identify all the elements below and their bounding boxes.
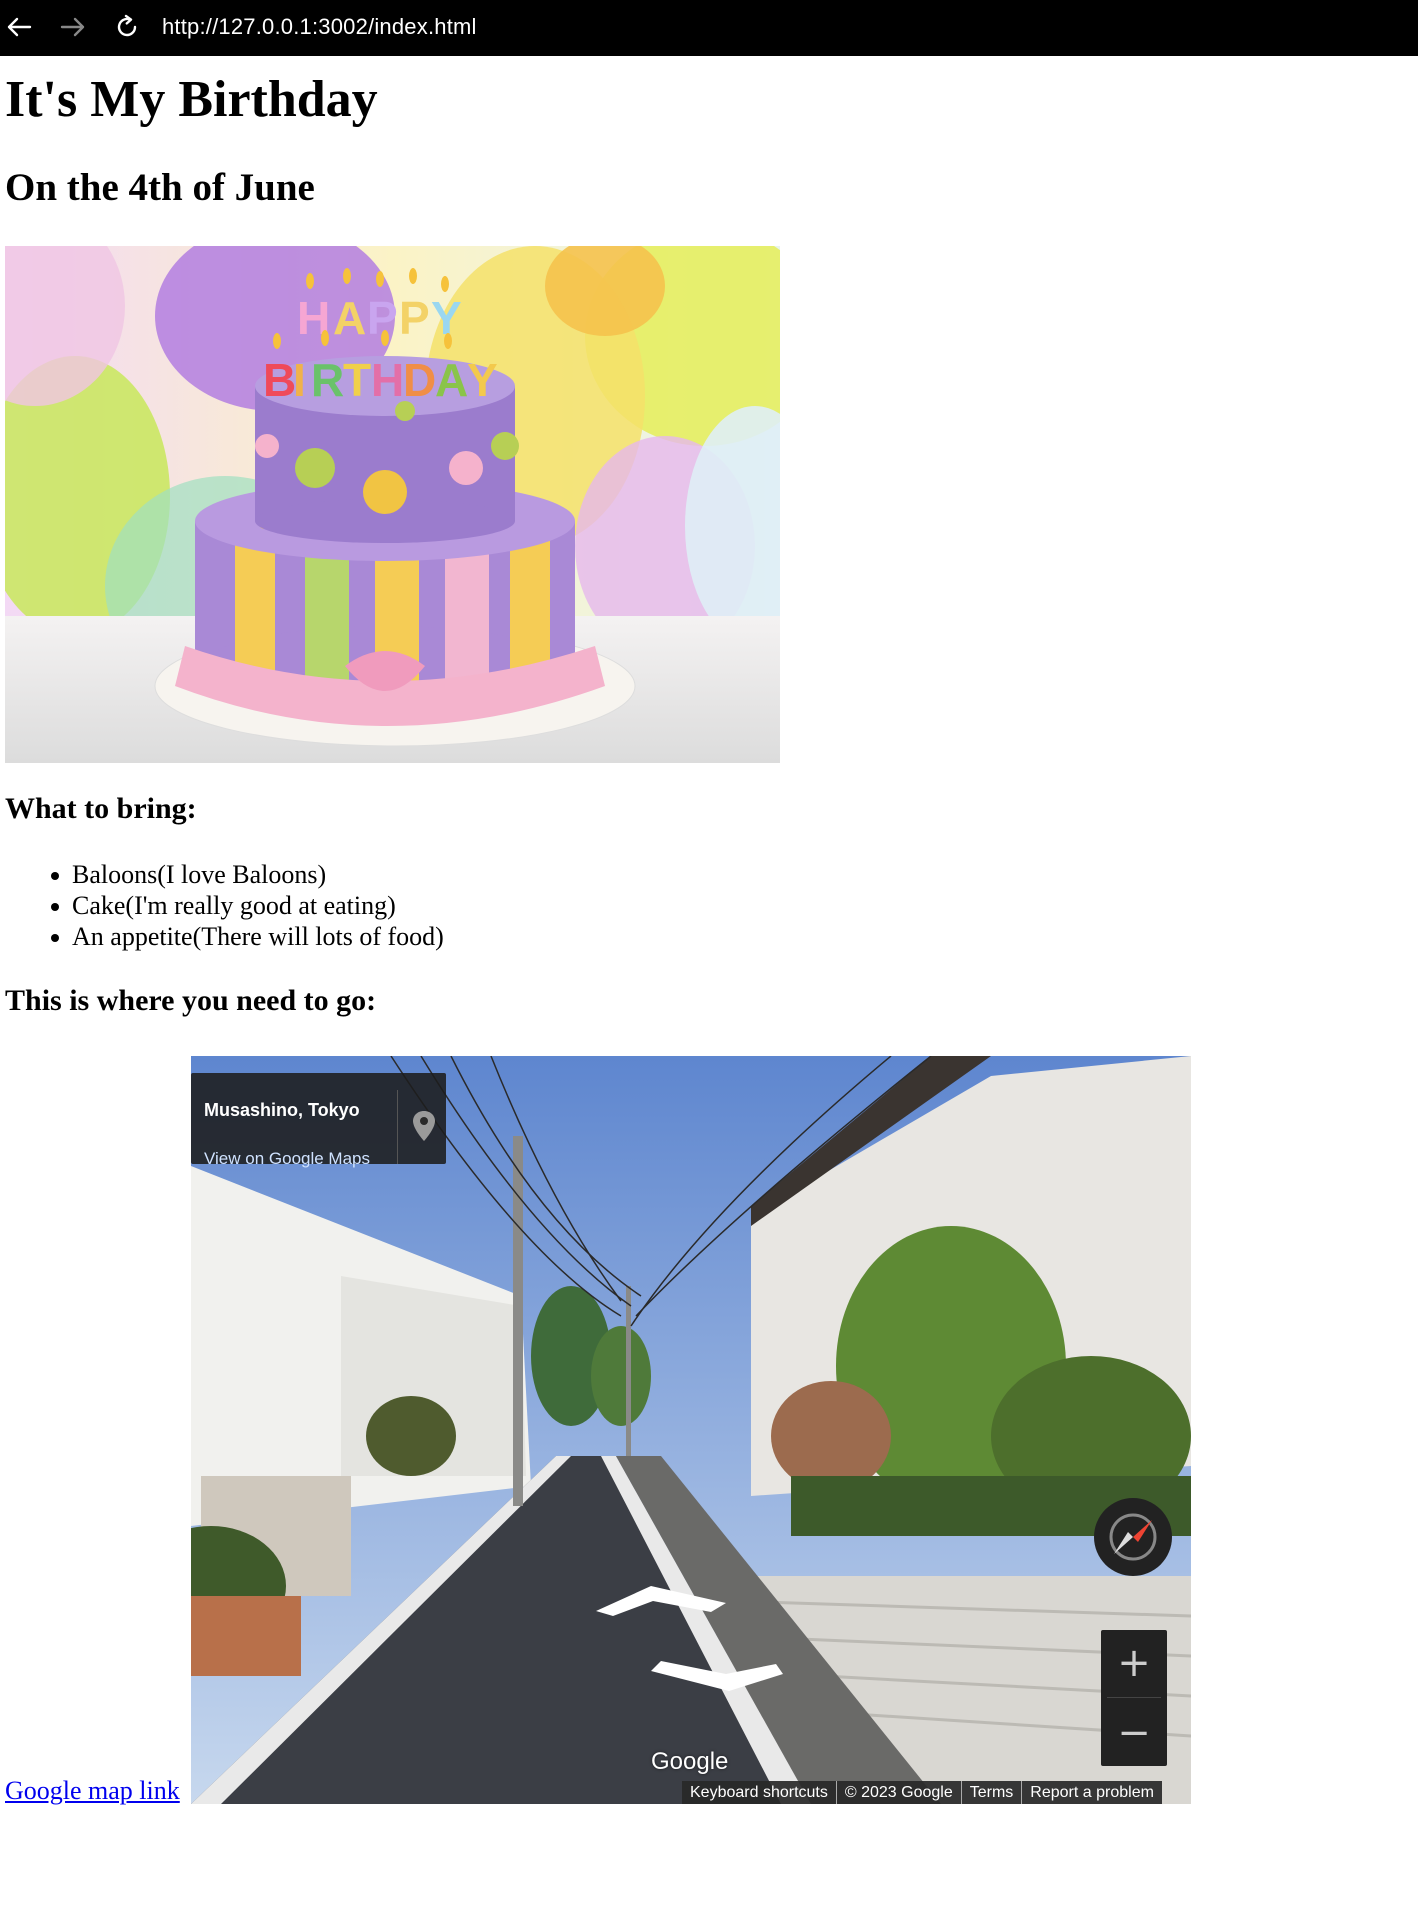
location-name: Musashino, Tokyo: [204, 1100, 360, 1120]
zoom-controls: + −: [1101, 1630, 1167, 1766]
compass-icon[interactable]: [1094, 1498, 1172, 1576]
street-view-embed[interactable]: Musashino, Tokyo View on Google Maps + −…: [191, 1056, 1191, 1804]
map-footer: Keyboard shortcuts © 2023 Google Terms R…: [682, 1781, 1162, 1804]
birthday-cake-image: H A P P Y B I R T H D A Y: [5, 246, 780, 763]
svg-text:A: A: [435, 354, 468, 406]
svg-text:R: R: [311, 354, 344, 406]
terms-link[interactable]: Terms: [962, 1781, 1023, 1804]
reload-icon: [117, 14, 137, 37]
forward-button[interactable]: [56, 10, 90, 44]
page-title: It's My Birthday: [5, 71, 378, 128]
card-divider: [397, 1090, 398, 1164]
browser-toolbar: http://127.0.0.1:3002/index.html: [0, 0, 1418, 56]
arrow-left-icon: [7, 17, 32, 37]
keyboard-shortcuts-link[interactable]: Keyboard shortcuts: [682, 1781, 837, 1804]
svg-text:H: H: [371, 354, 404, 406]
reload-button[interactable]: [110, 10, 144, 44]
bring-list: Baloons(I love Baloons) Cake(I'm really …: [5, 859, 444, 952]
zoom-in-button[interactable]: +: [1101, 1630, 1167, 1696]
svg-text:B: B: [263, 354, 296, 406]
svg-text:I: I: [293, 354, 306, 406]
svg-text:Y: Y: [467, 354, 498, 406]
svg-text:D: D: [403, 354, 436, 406]
report-problem-link[interactable]: Report a problem: [1022, 1781, 1162, 1804]
address-bar[interactable]: http://127.0.0.1:3002/index.html: [162, 12, 477, 42]
back-button[interactable]: [2, 10, 36, 44]
zoom-divider: [1107, 1697, 1161, 1698]
page-subtitle: On the 4th of June: [5, 166, 315, 209]
what-to-bring-heading: What to bring:: [5, 792, 197, 825]
arrow-right-icon: [60, 17, 85, 37]
directions-heading: This is where you need to go:: [5, 984, 377, 1017]
list-item: An appetite(There will lots of food): [51, 922, 444, 951]
google-logo: Google: [651, 1748, 729, 1775]
svg-text:T: T: [343, 354, 371, 406]
svg-text:P: P: [399, 292, 430, 344]
view-on-google-maps-link[interactable]: View on Google Maps: [204, 1149, 370, 1169]
list-item: Cake(I'm really good at eating): [51, 890, 444, 921]
svg-text:A: A: [333, 292, 366, 344]
map-pin-icon[interactable]: [406, 1103, 442, 1149]
copyright-text: © 2023 Google: [837, 1781, 962, 1804]
location-card: Musashino, Tokyo View on Google Maps: [191, 1073, 446, 1168]
google-map-link[interactable]: Google map link: [5, 1774, 180, 1808]
zoom-out-button[interactable]: −: [1101, 1700, 1167, 1766]
list-item: Baloons(I love Baloons): [51, 859, 444, 890]
